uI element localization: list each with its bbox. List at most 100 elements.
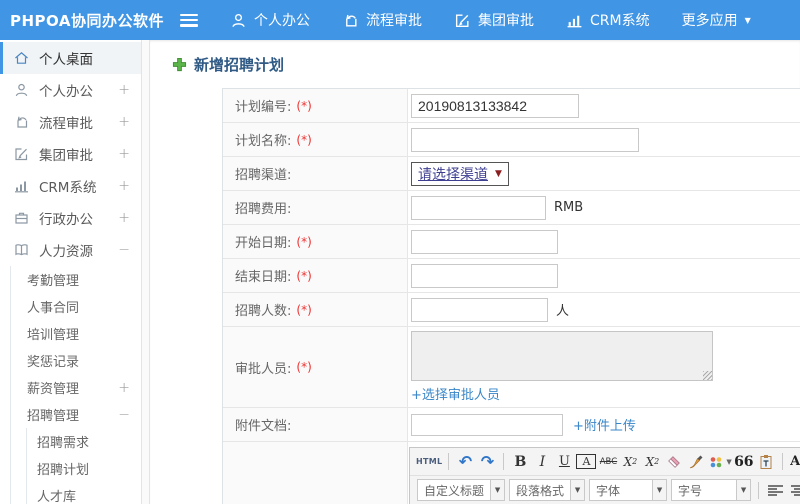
sidebar-item-rewards[interactable]: 奖惩记录 — [11, 347, 150, 374]
label-text: 开始日期: — [235, 236, 292, 251]
italic-button[interactable]: I — [532, 451, 552, 473]
form-row-start-date: 开始日期: (*) — [223, 225, 800, 259]
collapse-toggle[interactable]: − — [118, 407, 130, 423]
redo-icon[interactable]: ↷ — [477, 451, 497, 473]
sidebar-item-label: 招聘计划 — [37, 463, 90, 478]
bar-chart-icon — [13, 178, 30, 194]
nav-label: 流程审批 — [366, 13, 422, 29]
field-label: 招聘渠道: — [223, 157, 408, 190]
undo-icon[interactable]: ↶ — [455, 451, 475, 473]
hamburger-menu-icon[interactable] — [180, 13, 198, 27]
align-left-icon[interactable] — [768, 484, 784, 497]
headcount-input[interactable] — [411, 297, 548, 322]
expand-toggle[interactable]: + — [118, 82, 130, 98]
sidebar-item-personal-office[interactable]: 个人办公 + — [0, 74, 150, 106]
plan-name-input[interactable] — [411, 127, 639, 152]
label-text: 计划编号: — [235, 100, 292, 115]
plan-no-input[interactable] — [411, 93, 579, 118]
add-plus-icon — [172, 57, 187, 72]
field-label: 招聘人数: (*) — [223, 293, 408, 326]
sidebar-item-training[interactable]: 培训管理 — [11, 320, 150, 347]
font-family-dropdown[interactable]: 字体 ▼ — [589, 479, 668, 501]
underline-button[interactable]: U — [554, 451, 574, 473]
nav-workflow-approval[interactable]: 流程审批 — [342, 10, 422, 30]
sidebar-item-label: 考勤管理 — [27, 274, 80, 289]
book-icon — [13, 242, 30, 258]
collapse-toggle[interactable]: − — [118, 242, 130, 258]
expand-toggle[interactable]: + — [118, 380, 130, 396]
sidebar-item-label: 招聘管理 — [27, 409, 80, 424]
label-text: 招聘费用: — [235, 202, 292, 217]
expand-toggle[interactable]: + — [118, 146, 130, 162]
toolbar-separator — [503, 453, 505, 470]
sidebar-item-personal-desktop[interactable]: 个人桌面 — [0, 42, 150, 74]
sidebar-item-label: 集团审批 — [39, 148, 93, 164]
paste-text-icon[interactable] — [756, 451, 776, 473]
sidebar: 个人桌面 个人办公 + 流程审批 + 集团审批 + CRM系统 + 行政办公 +… — [0, 40, 150, 504]
color-palette-icon[interactable]: ▼ — [708, 451, 732, 473]
sidebar-item-recruitment[interactable]: 招聘管理 − — [11, 401, 150, 428]
subscript-button[interactable]: X2 — [642, 451, 662, 473]
approvers-textarea[interactable] — [411, 331, 713, 381]
field-control — [408, 123, 800, 156]
field-control: HTML ↶ ↷ B I U A ABC X2 X 2 ▼ 66 A 自定义标题… — [408, 442, 800, 504]
form-row-approvers: 审批人员: (*) +选择审批人员 — [223, 327, 800, 408]
sidebar-scrollbar[interactable] — [141, 40, 150, 504]
expand-toggle[interactable]: + — [118, 178, 130, 194]
end-date-input[interactable] — [411, 263, 558, 288]
sidebar-item-recruit-plan[interactable]: 招聘计划 — [27, 455, 150, 482]
sidebar-item-attendance[interactable]: 考勤管理 — [11, 266, 150, 293]
mark: 2 — [654, 457, 660, 466]
editor-toolbar-row2: 自定义标题 ▼ 段落格式 ▼ 字体 ▼ 字号 ▼ — [410, 476, 800, 504]
font-color-button[interactable]: A ▼ — [789, 451, 800, 473]
sidebar-item-crm-system[interactable]: CRM系统 + — [0, 170, 150, 202]
sidebar-item-salary[interactable]: 薪资管理 + — [11, 374, 150, 401]
channel-select[interactable]: 请选择渠道 ▼ — [411, 161, 509, 186]
mark: 2 — [632, 457, 638, 466]
resize-grip-icon[interactable] — [703, 371, 712, 380]
attachment-upload-link[interactable]: +附件上传 — [573, 415, 636, 434]
fee-input[interactable] — [411, 195, 546, 220]
blockquote-button[interactable]: 66 — [734, 451, 754, 473]
nav-personal-office[interactable]: 个人办公 — [230, 10, 310, 30]
label-text: 附件文档: — [235, 419, 292, 434]
user-icon — [13, 82, 30, 98]
toolbar-separator — [758, 481, 760, 499]
sidebar-item-workflow-approval[interactable]: 流程审批 + — [0, 106, 150, 138]
expand-toggle[interactable]: + — [118, 210, 130, 226]
field-label: 审批人员: (*) — [223, 327, 408, 407]
font-size-dropdown[interactable]: 字号 ▼ — [671, 479, 752, 501]
sidebar-item-talent-pool[interactable]: 人才库 — [27, 482, 150, 504]
sidebar-item-recruit-demand[interactable]: 招聘需求 — [27, 428, 150, 455]
nav-label: 个人办公 — [254, 13, 310, 29]
font-name-button[interactable]: A — [576, 454, 597, 469]
chevron-down-icon: ▼ — [744, 15, 751, 25]
bold-button[interactable]: B — [510, 451, 530, 473]
workflow-icon — [13, 114, 30, 130]
html-source-button[interactable]: HTML — [416, 451, 442, 473]
app-window: PHPOA协同办公软件 个人办公 流程审批 集团审批 CRM系统 更多应用 ▼ … — [0, 0, 800, 504]
nav-crm-system[interactable]: CRM系统 — [566, 10, 650, 30]
start-date-input[interactable] — [411, 229, 558, 254]
sidebar-item-admin-office[interactable]: 行政办公 + — [0, 202, 150, 234]
expand-toggle[interactable]: + — [118, 114, 130, 130]
choose-approvers-link[interactable]: +选择审批人员 — [411, 384, 500, 403]
heading-dropdown[interactable]: 自定义标题 ▼ — [417, 479, 506, 501]
user-icon — [230, 12, 247, 29]
superscript-button[interactable]: X2 — [620, 451, 640, 473]
sidebar-item-human-resources[interactable]: 人力资源 − — [0, 234, 150, 266]
editor-toolbar-row1: HTML ↶ ↷ B I U A ABC X2 X 2 ▼ 66 A — [410, 448, 800, 476]
align-center-icon[interactable] — [791, 484, 800, 497]
attachment-input[interactable] — [411, 413, 563, 436]
base: X — [645, 454, 655, 469]
eraser-icon[interactable] — [664, 451, 684, 473]
sidebar-item-hr-contract[interactable]: 人事合同 — [11, 293, 150, 320]
format-brush-icon[interactable] — [686, 451, 706, 473]
nav-more-apps[interactable]: 更多应用 ▼ — [682, 10, 751, 30]
base: X — [623, 454, 633, 469]
paragraph-format-dropdown[interactable]: 段落格式 ▼ — [509, 479, 586, 501]
sidebar-item-group-approval[interactable]: 集团审批 + — [0, 138, 150, 170]
strikethrough-button[interactable]: ABC — [598, 451, 618, 473]
nav-group-approval[interactable]: 集团审批 — [454, 10, 534, 30]
label-text: 招聘人数: — [235, 304, 292, 319]
